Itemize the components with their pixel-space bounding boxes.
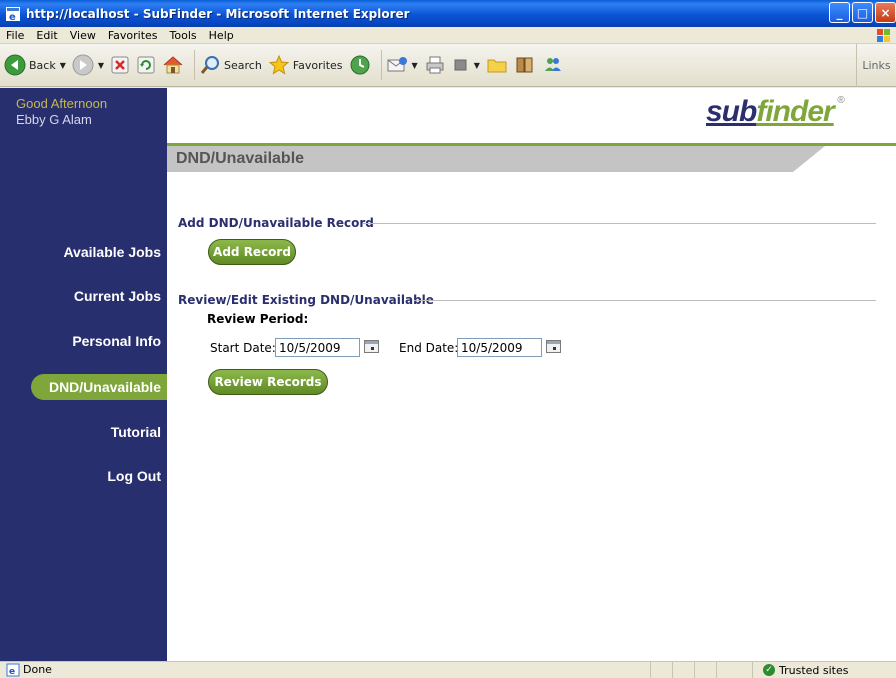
forward-arrow-icon bbox=[72, 54, 94, 76]
mail-icon bbox=[387, 57, 407, 72]
back-arrow-icon bbox=[4, 54, 26, 76]
status-text-area: e Done bbox=[6, 663, 52, 677]
edit-page-icon bbox=[454, 59, 467, 71]
edit-button[interactable]: ▼ bbox=[452, 48, 480, 82]
window-title: http://localhost - SubFinder - Microsoft… bbox=[26, 6, 410, 21]
ie-icon: e bbox=[6, 6, 20, 22]
mail-button[interactable]: ▼ bbox=[386, 48, 418, 82]
refresh-icon bbox=[137, 56, 155, 74]
refresh-button[interactable] bbox=[136, 48, 156, 82]
subfinder-logo: subfinder ® bbox=[706, 95, 845, 129]
user-name: Ebby G Alam bbox=[16, 112, 92, 127]
logo-finder: finder bbox=[756, 95, 834, 128]
add-section-title: Add DND/Unavailable Record bbox=[178, 216, 374, 230]
search-button[interactable]: Search bbox=[199, 48, 262, 82]
minimize-button[interactable]: _ bbox=[829, 2, 850, 23]
toolbar-separator bbox=[194, 50, 196, 80]
stop-button[interactable] bbox=[110, 48, 130, 82]
back-button[interactable]: Back ▼ bbox=[4, 48, 66, 82]
history-button[interactable] bbox=[349, 48, 371, 82]
status-pane bbox=[672, 662, 694, 678]
toolbar: Back ▼ ▼ Search Favorites ▼ ▼ Links bbox=[0, 44, 896, 87]
page-heading-banner: DND/Unavailable bbox=[167, 146, 896, 172]
review-section-title: Review/Edit Existing DND/Unavailable bbox=[178, 293, 434, 307]
end-date-label: End Date: bbox=[399, 341, 459, 355]
research-icon bbox=[516, 57, 533, 73]
status-text: Done bbox=[23, 663, 52, 676]
logo-sub: sub bbox=[706, 95, 757, 128]
review-period-label: Review Period: bbox=[207, 312, 309, 326]
forward-button[interactable]: ▼ bbox=[72, 48, 104, 82]
add-section-rule bbox=[363, 223, 876, 224]
menu-file[interactable]: File bbox=[0, 29, 30, 42]
print-button[interactable] bbox=[424, 48, 446, 82]
security-zone[interactable]: ✓ Trusted sites bbox=[752, 662, 896, 678]
page-icon: e bbox=[6, 663, 20, 677]
nav-log-out[interactable]: Log Out bbox=[0, 463, 167, 489]
research-button[interactable] bbox=[514, 48, 536, 82]
back-label: Back bbox=[29, 58, 56, 72]
menu-edit[interactable]: Edit bbox=[30, 29, 63, 42]
status-pane bbox=[694, 662, 716, 678]
history-icon bbox=[350, 55, 370, 75]
greeting: Good Afternoon Ebby G Alam bbox=[16, 96, 107, 128]
nav-tutorial[interactable]: Tutorial bbox=[0, 419, 167, 445]
toolbar-separator bbox=[380, 50, 382, 80]
search-label: Search bbox=[224, 58, 262, 72]
greeting-text: Good Afternoon bbox=[16, 96, 108, 111]
menu-view[interactable]: View bbox=[64, 29, 102, 42]
nav-available-jobs[interactable]: Available Jobs bbox=[0, 239, 167, 265]
page-title: DND/Unavailable bbox=[176, 150, 305, 167]
start-date-calendar-icon[interactable] bbox=[364, 340, 379, 353]
menu-bar: File Edit View Favorites Tools Help bbox=[0, 27, 896, 44]
favorites-button[interactable]: Favorites bbox=[268, 48, 343, 82]
stop-icon bbox=[111, 56, 129, 74]
security-zone-label: Trusted sites bbox=[779, 663, 849, 677]
start-date-label: Start Date: bbox=[210, 341, 276, 355]
chevron-down-icon[interactable]: ▼ bbox=[474, 61, 480, 70]
home-button[interactable] bbox=[162, 48, 184, 82]
star-icon bbox=[268, 54, 290, 75]
chevron-down-icon[interactable]: ▼ bbox=[60, 61, 66, 70]
status-pane bbox=[650, 662, 672, 678]
search-icon bbox=[200, 56, 220, 74]
check-icon: ✓ bbox=[763, 664, 775, 676]
start-date-input[interactable] bbox=[275, 338, 360, 357]
chevron-down-icon[interactable]: ▼ bbox=[412, 61, 418, 70]
sidebar: Good Afternoon Ebby G Alam Available Job… bbox=[0, 88, 167, 661]
review-section-rule bbox=[414, 300, 876, 301]
windows-logo-icon bbox=[877, 29, 890, 42]
nav-current-jobs[interactable]: Current Jobs bbox=[0, 283, 167, 309]
messenger-button[interactable] bbox=[542, 48, 564, 82]
nav-personal-info[interactable]: Personal Info bbox=[0, 328, 167, 354]
menu-tools[interactable]: Tools bbox=[164, 29, 203, 42]
end-date-calendar-icon[interactable] bbox=[546, 340, 561, 353]
svg-text:e: e bbox=[9, 667, 15, 677]
status-panes bbox=[650, 662, 738, 678]
chevron-down-icon[interactable]: ▼ bbox=[98, 61, 104, 70]
folder-icon bbox=[487, 59, 507, 73]
home-icon bbox=[163, 56, 183, 74]
menu-favorites[interactable]: Favorites bbox=[102, 29, 164, 42]
title-bar: e http://localhost - SubFinder - Microso… bbox=[0, 0, 896, 27]
discuss-button[interactable] bbox=[486, 48, 508, 82]
status-bar: e Done ✓ Trusted sites bbox=[0, 661, 896, 678]
end-date-input[interactable] bbox=[457, 338, 542, 357]
web-page: Good Afternoon Ebby G Alam Available Job… bbox=[0, 88, 896, 661]
favorites-label: Favorites bbox=[292, 58, 343, 72]
registered-mark: ® bbox=[837, 95, 844, 106]
links-button[interactable]: Links bbox=[856, 44, 896, 87]
svg-text:e: e bbox=[9, 12, 16, 22]
print-icon bbox=[426, 56, 444, 74]
status-pane bbox=[716, 662, 738, 678]
nav-dnd-unavailable[interactable]: DND/Unavailable bbox=[31, 374, 167, 400]
messenger-icon bbox=[544, 58, 561, 71]
menu-help[interactable]: Help bbox=[203, 29, 240, 42]
close-button[interactable]: × bbox=[875, 2, 896, 23]
review-records-button[interactable]: Review Records bbox=[208, 369, 328, 395]
add-record-button[interactable]: Add Record bbox=[208, 239, 296, 265]
maximize-button[interactable]: □ bbox=[852, 2, 873, 23]
